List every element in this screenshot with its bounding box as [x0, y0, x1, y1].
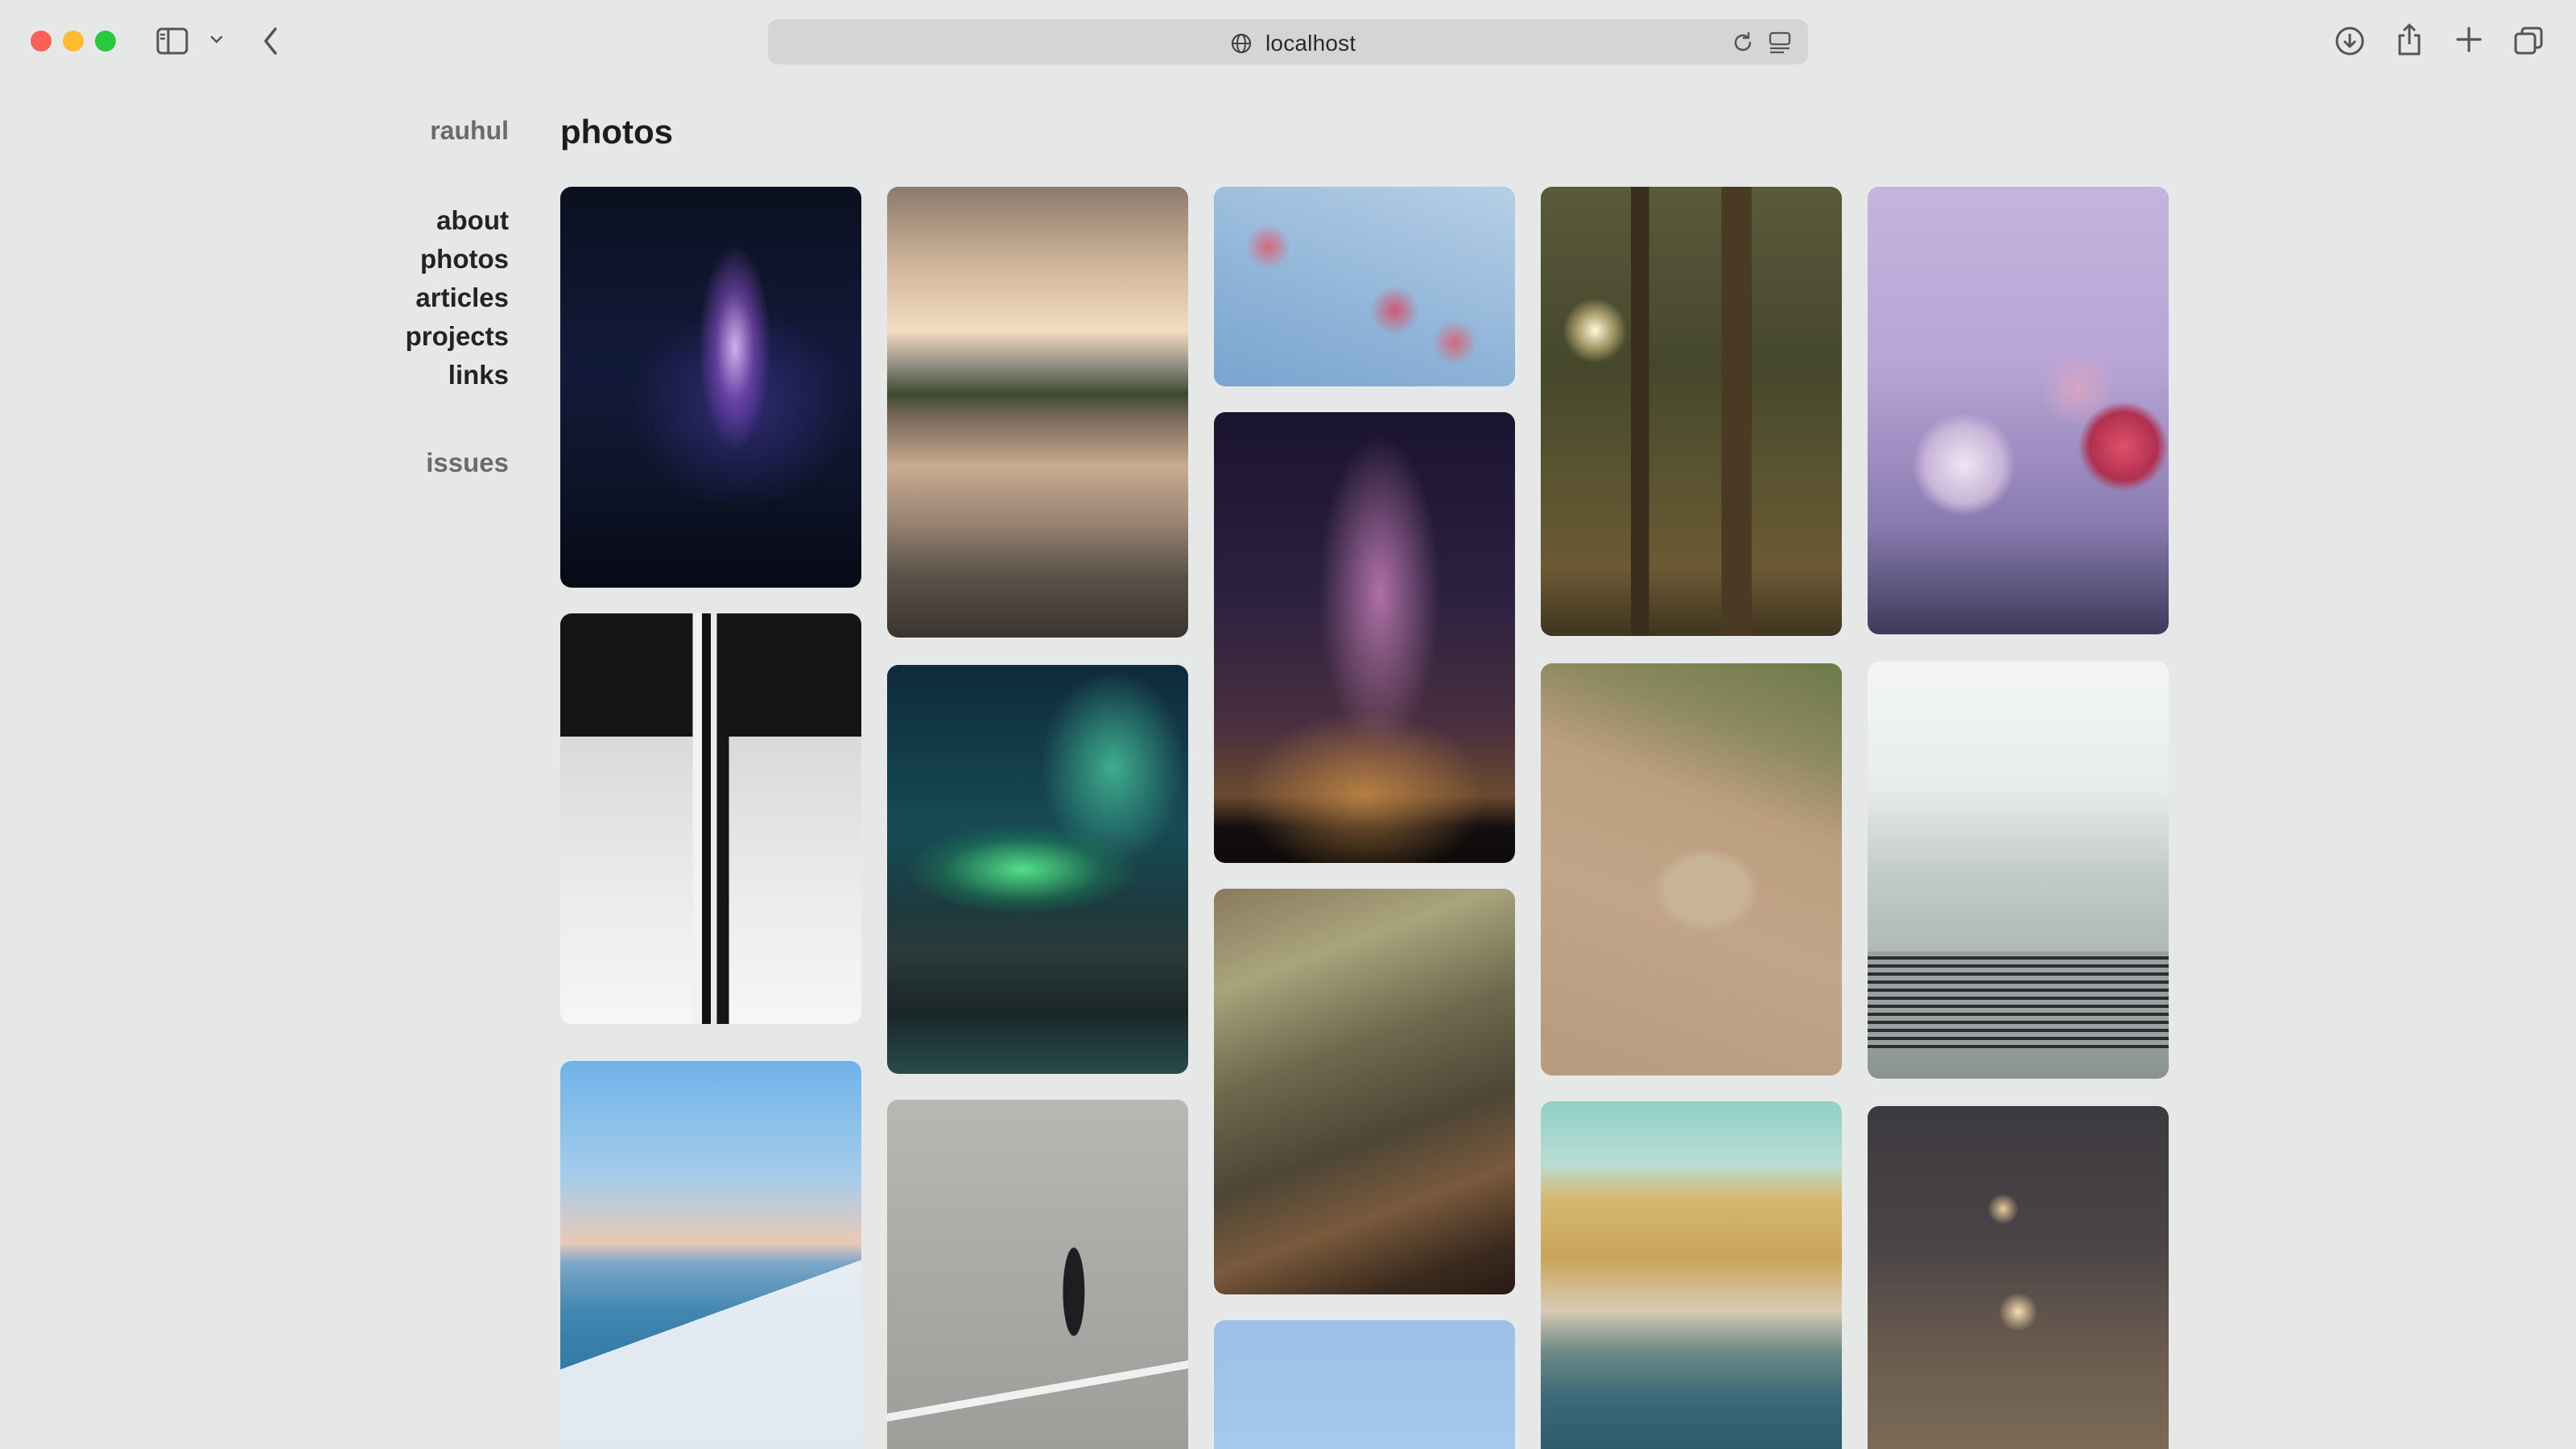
nav-link-about[interactable]: about	[406, 201, 509, 240]
photo-sunlit-forest[interactable]	[1541, 187, 1842, 636]
nav-link-issues[interactable]: issues	[426, 448, 509, 478]
photo-bw-architecture[interactable]	[560, 613, 861, 1024]
photo-milky-way[interactable]	[1214, 412, 1515, 863]
tabs-icon[interactable]	[2513, 26, 2544, 56]
photo-blue-sky[interactable]	[1214, 1320, 1515, 1449]
photo-frosted-berries[interactable]	[1868, 187, 2169, 634]
address-bar[interactable]: localhost	[768, 19, 1808, 64]
photo-mountain-lake[interactable]	[887, 187, 1188, 638]
site-name[interactable]: rauhul	[430, 116, 509, 146]
sidebar-icon[interactable]	[156, 27, 188, 55]
photo-vintage-car[interactable]	[1868, 662, 2169, 1079]
site-nav: about photos articles projects links	[406, 201, 509, 394]
browser-toolbar: localhost	[0, 0, 2576, 84]
nav-link-projects[interactable]: projects	[406, 317, 509, 356]
maximize-button[interactable]	[95, 31, 116, 52]
url-text: localhost	[1265, 31, 1356, 56]
close-button[interactable]	[31, 31, 52, 52]
chevron-down-icon[interactable]	[209, 34, 224, 45]
nav-link-photos[interactable]: photos	[406, 240, 509, 279]
reader-icon[interactable]	[1768, 31, 1792, 59]
photo-man-walking[interactable]	[887, 1100, 1188, 1449]
nav-link-articles[interactable]: articles	[406, 279, 509, 317]
photo-pink-flowers[interactable]	[1214, 187, 1515, 386]
photo-aurora[interactable]	[887, 665, 1188, 1074]
nav-link-links[interactable]: links	[406, 356, 509, 394]
download-icon[interactable]	[2334, 26, 2365, 56]
photo-mossy-trunk[interactable]	[1214, 889, 1515, 1294]
page-title: photos	[560, 113, 673, 151]
back-icon[interactable]	[261, 26, 280, 56]
photo-ocean-cliff[interactable]	[560, 1061, 861, 1449]
globe-icon	[1230, 32, 1253, 59]
photo-leopard[interactable]	[1541, 663, 1842, 1075]
photo-purple-light[interactable]	[560, 187, 861, 588]
reload-icon[interactable]	[1731, 31, 1755, 59]
photo-canal-town[interactable]	[1541, 1101, 1842, 1449]
share-icon[interactable]	[2396, 23, 2423, 56]
minimize-button[interactable]	[63, 31, 84, 52]
plus-icon[interactable]	[2455, 26, 2483, 53]
photo-foggy-street[interactable]	[1868, 1106, 2169, 1449]
